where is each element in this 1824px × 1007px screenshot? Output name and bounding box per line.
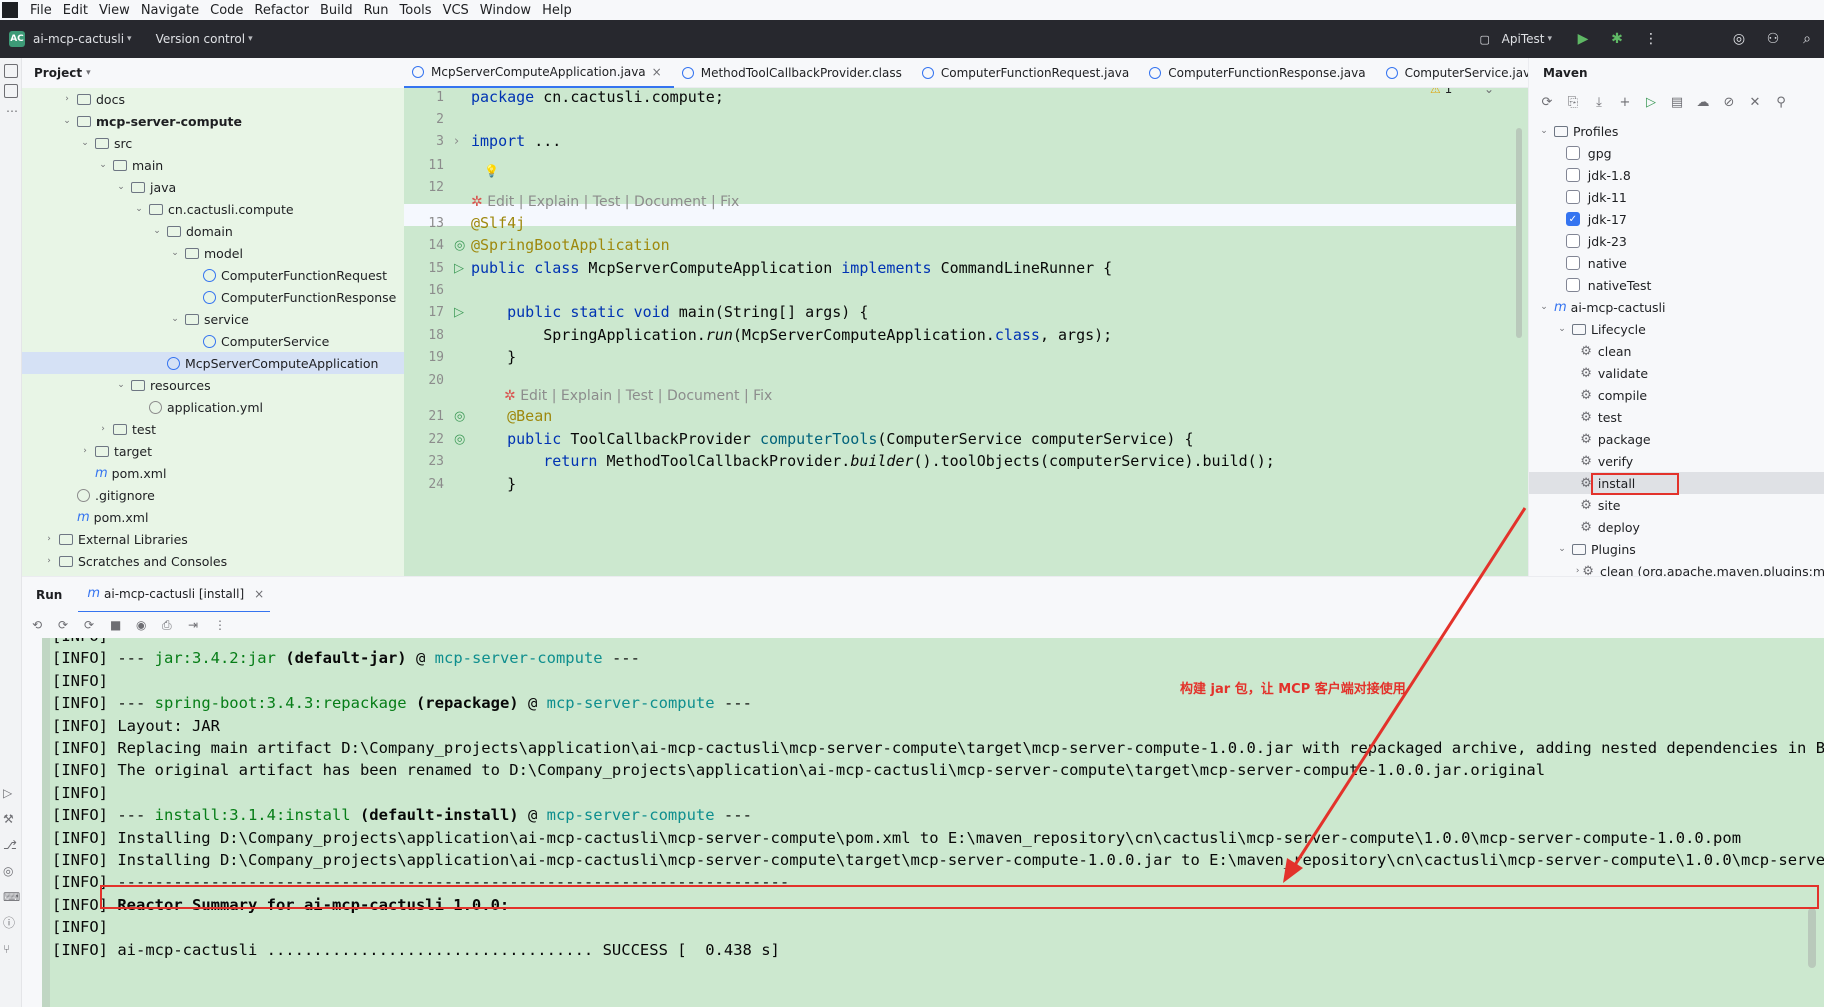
- annotation-arrow: [1283, 507, 1527, 883]
